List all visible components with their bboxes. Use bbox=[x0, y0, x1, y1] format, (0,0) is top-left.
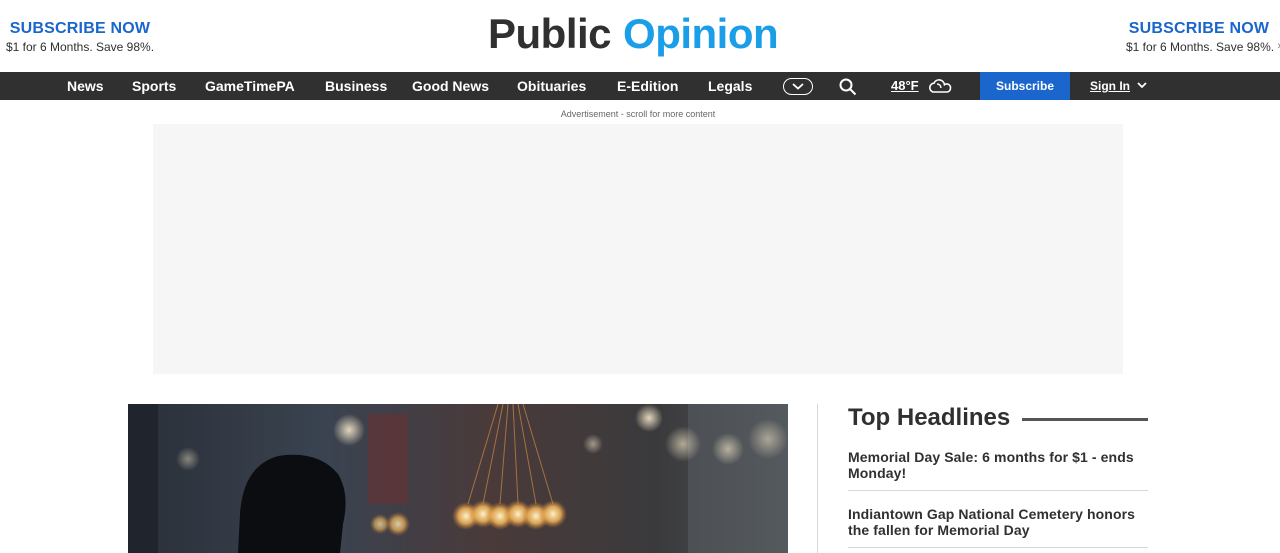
site-header: SUBSCRIBE NOW $1 for 6 Months. Save 98%.… bbox=[0, 0, 1280, 72]
sign-in-link[interactable]: Sign In bbox=[1090, 72, 1130, 100]
chevron-down-icon[interactable] bbox=[1137, 82, 1147, 89]
logo-word-opinion: Opinion bbox=[623, 10, 779, 57]
subscribe-now-link[interactable]: SUBSCRIBE NOW bbox=[2, 20, 158, 38]
logo-word-public: Public bbox=[488, 10, 612, 57]
nav-item-obituaries[interactable]: Obituaries bbox=[517, 72, 586, 100]
cloud-icon[interactable] bbox=[927, 77, 955, 95]
chevron-down-icon bbox=[792, 83, 804, 90]
hero-image[interactable] bbox=[128, 404, 788, 553]
main-nav: News Sports GameTimePA Business Good New… bbox=[0, 72, 1280, 100]
nav-item-sports[interactable]: Sports bbox=[132, 72, 176, 100]
ad-slot bbox=[153, 124, 1123, 374]
weather-temp[interactable]: 48°F bbox=[891, 72, 919, 100]
headline-link[interactable]: Memorial Day Sale: 6 months for $1 - end… bbox=[848, 434, 1148, 491]
nav-item-gametimepa[interactable]: GameTimePA bbox=[205, 72, 295, 100]
subscribe-button[interactable]: Subscribe bbox=[980, 72, 1070, 100]
search-icon[interactable] bbox=[839, 78, 857, 96]
nav-item-e-edition[interactable]: E-Edition bbox=[617, 72, 678, 100]
nav-item-business[interactable]: Business bbox=[325, 72, 387, 100]
ad-label: Advertisement - scroll for more content bbox=[560, 109, 716, 119]
promo-subtitle: $1 for 6 Months. Save 98%. bbox=[5, 40, 155, 54]
nav-item-good-news[interactable]: Good News bbox=[412, 72, 489, 100]
subscribe-promo-right[interactable]: SUBSCRIBE NOW $1 for 6 Months. Save 98%.… bbox=[1126, 20, 1280, 54]
promo-subtitle: $1 for 6 Months. Save 98%. bbox=[1126, 40, 1275, 54]
headline-link[interactable]: Indiantown Gap National Cemetery honors … bbox=[848, 491, 1148, 548]
hero-photo bbox=[128, 404, 788, 553]
title-rule bbox=[1022, 418, 1148, 421]
site-logo[interactable]: Public Opinion bbox=[488, 10, 779, 58]
subscribe-now-link[interactable]: SUBSCRIBE NOW bbox=[1126, 20, 1272, 38]
nav-item-news[interactable]: News bbox=[67, 72, 104, 100]
top-headlines: Top Headlines Memorial Day Sale: 6 month… bbox=[848, 404, 1148, 548]
nav-item-legals[interactable]: Legals bbox=[708, 72, 752, 100]
column-divider bbox=[817, 404, 818, 553]
more-menu-button[interactable] bbox=[783, 78, 813, 95]
subscribe-promo-left[interactable]: SUBSCRIBE NOW $1 for 6 Months. Save 98%. bbox=[2, 20, 158, 54]
